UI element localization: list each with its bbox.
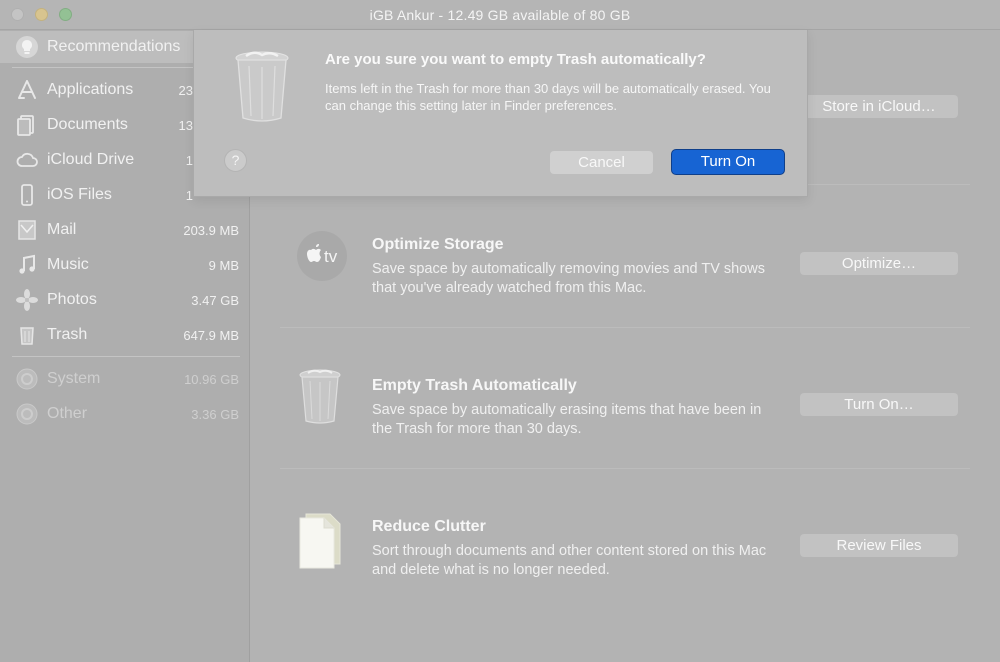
store-in-icloud-button[interactable]: Store in iCloud… [800, 95, 958, 118]
review-files-button[interactable]: Review Files [800, 534, 958, 557]
sidebar-item-label: Documents [47, 116, 128, 133]
music-note-icon [15, 253, 39, 277]
recommendation-reduce-clutter: Reduce Clutter Sort through documents an… [280, 472, 970, 612]
apple-tv-icon: tv [296, 230, 348, 290]
sidebar-item-size: 1 [185, 187, 193, 203]
title-bar: iGB Ankur - 12.49 GB available of 80 GB [0, 0, 1000, 30]
recommendation-optimize-storage: tv Optimize Storage Save space by automa… [280, 190, 970, 330]
sidebar-item-mail[interactable]: Mail 203.9 MB [0, 214, 250, 246]
app-store-icon [15, 78, 39, 102]
recommendation-empty-trash: Empty Trash Automatically Save space by … [280, 331, 970, 471]
sidebar-item-trash[interactable]: Trash 647.9 MB [0, 319, 250, 351]
trash-icon [15, 323, 39, 347]
turn-on-button[interactable]: Turn On… [800, 393, 958, 416]
optimize-button[interactable]: Optimize… [800, 252, 958, 275]
sidebar-item-size: 23 [178, 82, 193, 98]
turn-on-confirm-button[interactable]: Turn On [671, 149, 785, 175]
sidebar-item-label: Applications [47, 81, 134, 98]
iphone-icon [15, 183, 39, 207]
document-icon [298, 510, 350, 570]
sidebar-item-label: System [47, 370, 101, 387]
optimize-storage-title: Optimize Storage [372, 236, 504, 253]
sidebar-item-system[interactable]: System 10.96 GB [0, 363, 250, 395]
sidebar-item-photos[interactable]: Photos 3.47 GB [0, 284, 250, 316]
lightbulb-icon [15, 35, 39, 59]
empty-trash-title: Empty Trash Automatically [372, 377, 577, 394]
cancel-button[interactable]: Cancel [550, 151, 653, 174]
empty-trash-description: Save space by automatically erasing item… [372, 402, 762, 437]
window-title: iGB Ankur - 12.49 GB available of 80 GB [369, 7, 631, 23]
sidebar-item-label: iCloud Drive [47, 151, 135, 168]
sidebar-item-label: Recommendations [47, 38, 181, 55]
sidebar-item-size: 3.47 GB [191, 292, 239, 308]
documents-icon [15, 113, 39, 137]
sidebar-item-size: 647.9 MB [183, 327, 239, 343]
optimize-storage-description: Save space by automatically removing mov… [372, 261, 766, 296]
row-divider [280, 327, 970, 328]
sidebar-item-music[interactable]: Music 9 MB [0, 249, 250, 281]
sidebar-item-label: Mail [47, 221, 77, 238]
sidebar-item-size: 1 [185, 152, 193, 168]
gear-icon [15, 402, 39, 426]
dialog-message: Items left in the Trash for more than 30… [325, 81, 771, 113]
storage-management-window: iGB Ankur - 12.49 GB available of 80 GB … [0, 0, 1000, 662]
sidebar-item-label: Music [47, 256, 89, 273]
dialog-title: Are you sure you want to empty Trash aut… [325, 51, 706, 68]
sidebar-item-label: Other [47, 405, 88, 422]
sidebar-item-size: 13 [178, 117, 193, 133]
row-divider [280, 468, 970, 469]
trash-can-icon [230, 48, 294, 126]
sidebar-item-other[interactable]: Other 3.36 GB [0, 398, 250, 430]
cloud-icon [15, 148, 39, 172]
sidebar-item-label: Trash [47, 326, 88, 343]
sidebar-item-label: iOS Files [47, 186, 112, 203]
apple-tv-icon-text: tv [324, 247, 338, 266]
sidebar-item-size: 10.96 GB [184, 371, 239, 387]
reduce-clutter-description: Sort through documents and other content… [372, 543, 767, 578]
photos-icon [15, 288, 39, 312]
reduce-clutter-title: Reduce Clutter [372, 518, 486, 535]
mail-icon [15, 218, 39, 242]
sidebar-item-size: 3.36 GB [191, 406, 239, 422]
empty-trash-confirmation-dialog: Are you sure you want to empty Trash aut… [193, 30, 808, 197]
gear-icon [15, 367, 39, 391]
sidebar-item-label: Photos [47, 291, 97, 308]
help-button[interactable]: ? [224, 149, 247, 172]
sidebar-divider [12, 356, 240, 357]
trash-can-icon [296, 367, 348, 427]
sidebar-item-size: 203.9 MB [183, 222, 239, 238]
sidebar-item-size: 9 MB [208, 257, 239, 273]
